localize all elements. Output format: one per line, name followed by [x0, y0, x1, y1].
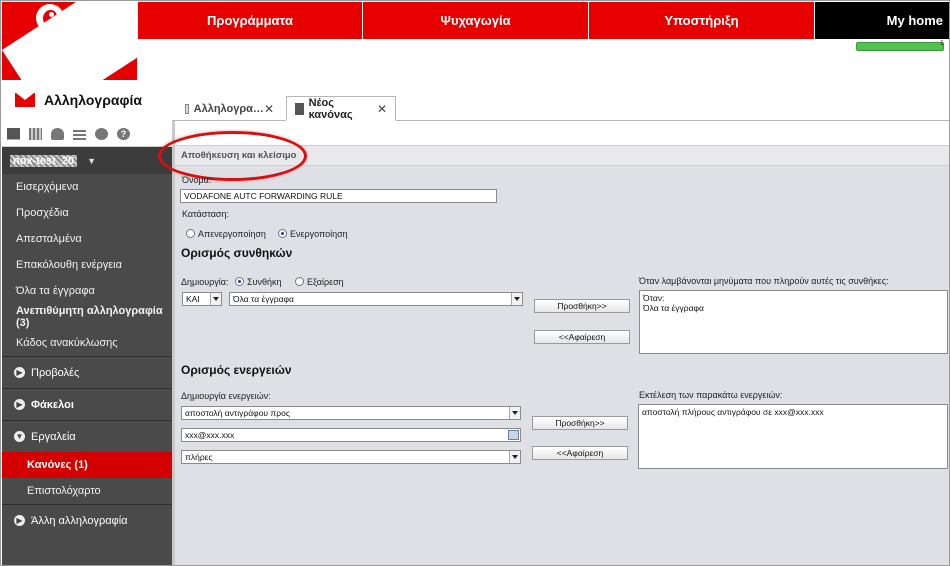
exception-label: Εξαίρεση: [307, 277, 344, 287]
sidebar-item-stationery[interactable]: Επιστολόχαρτο: [2, 478, 172, 504]
actions-result-box[interactable]: αποστολή πλήρους αντιγράφου σε xxx@xxx.x…: [638, 404, 948, 469]
action-type-value: αποστολή αντιγράφου προς: [185, 408, 290, 418]
nav-support[interactable]: Υποστήριξη: [589, 2, 815, 39]
section-label: Προβολές: [31, 366, 80, 379]
expand-arrow-icon: ▶: [14, 367, 25, 378]
state-label: Κατάσταση:: [182, 209, 229, 219]
top-navigation: Προγράμματα Ψυχαγωγία Υποστήριξη My home: [138, 2, 949, 39]
section-label: Εργαλεία: [31, 430, 76, 443]
add-condition-button[interactable]: Προσθήκη>>: [534, 299, 630, 313]
rule-name-input[interactable]: VODAFONE AUTC FORWARDING RULE: [180, 189, 497, 203]
chevron-down-icon: [511, 293, 522, 305]
tab-label: Αλληλογρα…: [193, 102, 264, 115]
calendar-icon[interactable]: [29, 127, 42, 140]
sidebar-item-rules[interactable]: Κανόνες (1): [2, 452, 172, 478]
tab-label: Νέος κανόνας: [308, 96, 353, 121]
exception-option[interactable]: Εξαίρεση: [295, 277, 344, 287]
recipient-input[interactable]: xxx@xxx.xxx: [181, 428, 521, 442]
nav-entertainment[interactable]: Ψυχαγωγία: [363, 2, 589, 39]
sidebar-item-all-documents[interactable]: Όλα τα έγγραφα: [2, 278, 172, 304]
sidebar-item-junk[interactable]: Ανεπιθύμητη αλληλογραφία (3): [2, 304, 172, 330]
document-icon: [295, 102, 304, 115]
sidebar-toolbar: ?: [2, 121, 172, 147]
vodafone-logo[interactable]: [2, 2, 137, 80]
app-header: Αλληλογραφία: [2, 80, 172, 120]
remove-action-button[interactable]: <<Αφαίρεση: [532, 446, 628, 460]
sidebar-section-tools[interactable]: ▼ Εργαλεία: [2, 420, 172, 452]
conditions-result-box[interactable]: Όταν: Όλα τα έγγραφα: [639, 290, 948, 354]
actions-create-label: Δημιουργία ενεργειών:: [181, 391, 271, 401]
storage-quota-bar: [856, 42, 944, 51]
sidebar-section-folders[interactable]: ▶ Φάκελοι: [2, 388, 172, 420]
close-icon[interactable]: ✕: [377, 102, 387, 116]
sidebar-item-sent[interactable]: Απεσταλμένα: [2, 226, 172, 252]
envelope-icon: [15, 93, 35, 107]
nav-my-home[interactable]: My home: [815, 2, 949, 39]
gear-icon[interactable]: [95, 127, 108, 140]
conditions-result-line: Όταν:: [643, 293, 665, 303]
sidebar-item-trash[interactable]: Κάδος ανακύκλωσης: [2, 330, 172, 356]
add-action-button[interactable]: Προσθήκη>>: [532, 416, 628, 430]
conditions-heading: Ορισμός συνθηκών: [181, 246, 293, 260]
section-label: Άλλη αλληλογραφία: [31, 514, 128, 527]
tab-new-rule[interactable]: Νέος κανόνας ✕: [286, 96, 396, 121]
remove-condition-button[interactable]: <<Αφαίρεση: [534, 330, 630, 344]
conditions-result-line: Όλα τα έγγραφα: [643, 303, 704, 313]
disable-radio[interactable]: [186, 229, 195, 238]
storage-quota-label: 1: [940, 40, 944, 47]
condition-radio[interactable]: [235, 277, 244, 286]
mail-icon[interactable]: [7, 127, 20, 140]
expand-arrow-icon: ▶: [14, 515, 25, 526]
chevron-down-icon: [509, 407, 520, 419]
actions-result-label: Εκτέλεση των παρακάτω ενεργειών:: [639, 390, 783, 400]
copy-mode-select[interactable]: πλήρες: [181, 450, 521, 464]
nav-programs[interactable]: Προγράμματα: [138, 2, 363, 39]
create-label: Δημιουργία:: [181, 277, 229, 287]
disable-option[interactable]: Απενεργοποίηση: [186, 229, 266, 239]
chevron-down-icon: [210, 293, 221, 305]
enable-option[interactable]: Ενεργοποίηση: [278, 229, 348, 239]
sidebar-item-follow-up[interactable]: Επακόλουθη ενέργεια: [2, 252, 172, 278]
highlight-ellipse: [158, 131, 307, 181]
logic-value: ΚΑΙ: [186, 294, 200, 304]
condition-label: Συνθήκη: [247, 277, 282, 287]
condition-scope-select[interactable]: Όλα τα έγγραφα: [229, 292, 523, 306]
disable-label: Απενεργοποίηση: [198, 229, 266, 239]
sidebar: ? nox-test_20 ▼ Εισερχόμενα Προσχέδια Απ…: [2, 121, 172, 565]
condition-option[interactable]: Συνθήκη: [235, 277, 282, 287]
account-selector[interactable]: nox-test_20 ▼: [2, 147, 172, 174]
sidebar-item-inbox[interactable]: Εισερχόμενα: [2, 174, 172, 200]
collapse-arrow-icon: ▼: [14, 431, 25, 442]
envelope-icon: [185, 103, 189, 114]
logic-select[interactable]: ΚΑΙ: [182, 292, 222, 306]
condition-scope-value: Όλα τα έγγραφα: [233, 294, 294, 304]
sidebar-section-views[interactable]: ▶ Προβολές: [2, 356, 172, 388]
app-title: Αλληλογραφία: [44, 92, 142, 108]
document-tab-bar: Αλληλογρα… ✕ Νέος κανόνας ✕: [172, 96, 949, 121]
conditions-result-label: Όταν λαμβάνονται μηνύματα που πληρούν αυ…: [639, 276, 889, 286]
action-type-select[interactable]: αποστολή αντιγράφου προς: [181, 406, 521, 420]
actions-result-line: αποστολή πλήρους αντιγράφου σε xxx@xxx.x…: [642, 407, 824, 417]
expand-arrow-icon: ▶: [14, 399, 25, 410]
chevron-down-icon: ▼: [87, 155, 97, 166]
exception-radio[interactable]: [295, 277, 304, 286]
account-name: nox-test_20: [10, 154, 78, 167]
chevron-down-icon: [509, 451, 520, 463]
sidebar-item-drafts[interactable]: Προσχέδια: [2, 200, 172, 226]
copy-mode-value: πλήρες: [185, 452, 213, 462]
tab-mail[interactable]: Αλληλογρα… ✕: [177, 96, 282, 121]
name-label: Όνομα:: [182, 175, 212, 185]
sidebar-section-other-mail[interactable]: ▶ Άλλη αλληλογραφία: [2, 504, 172, 536]
close-icon[interactable]: ✕: [264, 102, 274, 116]
address-book-icon[interactable]: [508, 430, 519, 440]
contacts-icon[interactable]: [51, 127, 64, 140]
section-label: Φάκελοι: [31, 398, 74, 411]
recipient-value: xxx@xxx.xxx: [185, 430, 235, 440]
actions-heading: Ορισμός ενεργειών: [181, 363, 292, 377]
tasks-icon[interactable]: [73, 127, 86, 140]
enable-radio[interactable]: [278, 229, 287, 238]
enable-label: Ενεργοποίηση: [290, 229, 348, 239]
help-icon[interactable]: ?: [117, 127, 130, 140]
